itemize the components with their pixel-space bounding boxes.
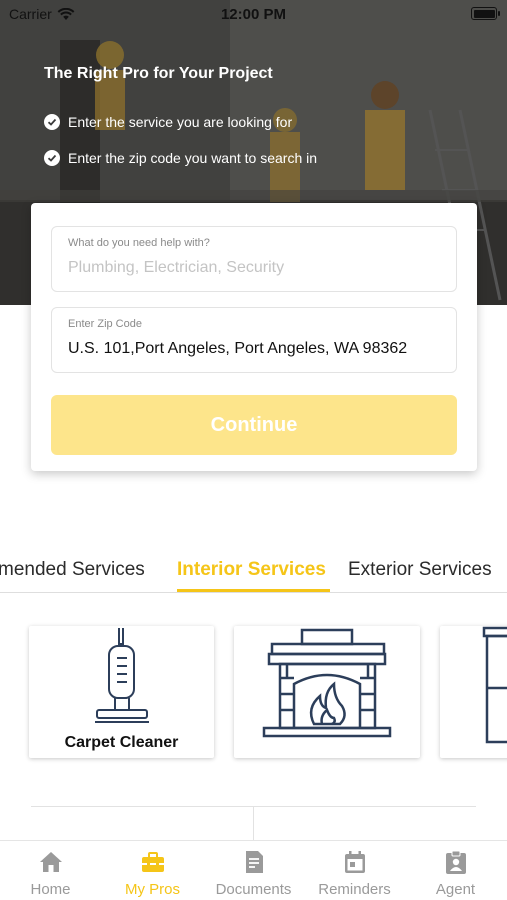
active-tab-indicator — [177, 589, 330, 592]
section-divider-vertical — [253, 806, 254, 840]
nav-label: Home — [30, 881, 71, 898]
hero-step-service: Enter the service you are looking for — [44, 114, 292, 130]
nav-item-my-pros[interactable]: My Pros — [102, 849, 203, 898]
toolbox-icon — [141, 852, 164, 872]
tab-recommended-services[interactable]: mended Services — [0, 559, 145, 581]
calendar-icon — [344, 851, 365, 873]
check-circle-icon — [44, 150, 60, 166]
home-icon — [39, 852, 62, 872]
hero-title: The Right Pro for Your Project — [44, 65, 273, 82]
zip-code-field[interactable]: Enter Zip Code U.S. 101,Port Angeles, Po… — [51, 307, 457, 373]
battery-icon — [471, 7, 500, 20]
bottom-navigation: Home My Pros Documents Reminders Agent — [0, 840, 507, 900]
service-tile-windows[interactable] — [440, 626, 507, 758]
nav-label: Documents — [215, 881, 292, 898]
nav-item-documents[interactable]: Documents — [203, 849, 304, 898]
vacuum-icon — [95, 628, 149, 723]
hero-step-label: Enter the zip code you want to search in — [68, 150, 318, 166]
hero-step-label: Enter the service you are looking for — [68, 114, 293, 130]
service-tile-label: Carpet Cleaner — [64, 734, 179, 751]
service-field-label: What do you need help with? — [68, 237, 210, 249]
service-field-placeholder: Plumbing, Electrician, Security — [68, 259, 285, 276]
fireplace-icon — [262, 628, 392, 738]
nav-label: My Pros — [124, 881, 180, 898]
search-card: What do you need help with? Plumbing, El… — [31, 203, 477, 471]
service-tile-fireplace[interactable] — [234, 626, 420, 758]
service-tile-carpet-cleaner[interactable]: Carpet Cleaner — [29, 626, 214, 758]
tab-exterior-services[interactable]: Exterior Services — [348, 559, 492, 581]
document-icon — [245, 851, 263, 873]
nav-item-home[interactable]: Home — [0, 849, 101, 898]
nav-label: Reminders — [318, 881, 391, 898]
hero-step-zip: Enter the zip code you want to search in — [44, 150, 317, 166]
status-time: 12:00 PM — [220, 6, 287, 23]
nav-item-agent[interactable]: Agent — [405, 849, 506, 898]
service-category-tabs: mended Services Interior Services Exteri… — [0, 555, 507, 593]
check-circle-icon — [44, 114, 60, 130]
agent-badge-icon — [445, 850, 466, 874]
nav-item-reminders[interactable]: Reminders — [304, 849, 405, 898]
service-search-field[interactable]: What do you need help with? Plumbing, El… — [51, 226, 457, 292]
tab-interior-services[interactable]: Interior Services — [177, 559, 326, 581]
zip-field-value: U.S. 101,Port Angeles, Port Angeles, WA … — [68, 340, 408, 357]
window-icon — [482, 626, 507, 744]
zip-field-label: Enter Zip Code — [68, 318, 142, 330]
nav-label: Agent — [435, 881, 476, 898]
status-bar: Carrier 12:00 PM — [0, 0, 507, 28]
continue-button[interactable]: Continue — [51, 395, 457, 455]
